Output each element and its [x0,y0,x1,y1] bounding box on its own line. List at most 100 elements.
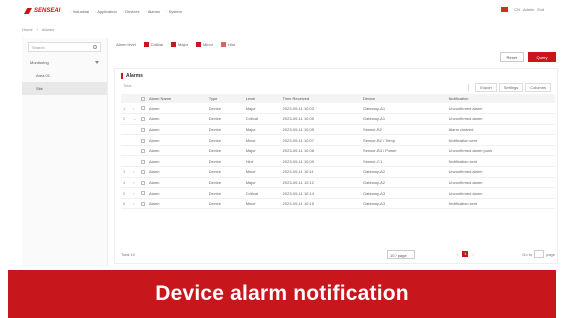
user-name[interactable]: Admin [523,7,534,12]
row-checkbox[interactable] [141,127,145,132]
table-row[interactable]: Alarm Device Major 2023-09-11 10:08 Sensor-B… [121,145,555,157]
row-select[interactable] [139,145,147,157]
row-checkbox[interactable] [141,170,145,175]
row-checkbox[interactable] [141,180,145,185]
level-critical[interactable]: Critical [143,42,164,47]
top-nav-item[interactable]: · Industrial [70,9,89,14]
breadcrumb-home[interactable]: Home [22,27,33,32]
cell-alarm-name: Alarm [147,155,207,168]
table-row[interactable]: 4 › Alarm Device Major 2023-09-11 10:12 Gatewa… [121,177,555,189]
expand-toggle-icon[interactable]: › [131,177,139,189]
row-checkbox[interactable] [141,117,145,122]
select-all-checkbox[interactable] [141,96,145,101]
cell-alarm-name: Alarm [147,113,207,125]
table-row[interactable]: Alarm Device Hint 2023-09-11 10:09 Sensor-C1… [121,155,555,168]
column-header[interactable]: Device [361,94,447,103]
table-row[interactable]: 6 › Alarm Device Minor 2023-09-11 10:15 Gatewa… [121,198,555,210]
caret-down-icon[interactable] [95,61,99,64]
level-major[interactable]: Major [171,42,188,47]
column-header[interactable]: Notification [446,94,555,103]
row-select[interactable] [139,177,147,189]
row-checkbox[interactable] [141,159,145,164]
row-checkbox[interactable] [141,202,145,207]
brand-name: SENSEAI [34,8,61,14]
expand-toggle-icon[interactable]: › [131,187,139,199]
row-select[interactable] [139,124,147,136]
cell-time: 2023-09-11 10:08 [280,145,362,157]
export-button[interactable]: Export [475,83,497,92]
search-icon[interactable] [93,45,97,49]
cell-level: Major [243,145,281,157]
expand-toggle-icon[interactable]: › [131,166,139,178]
next-page-button[interactable]: › [472,252,473,257]
reset-button[interactable]: Reset [499,52,524,62]
table-row[interactable]: 5 › Alarm Device Critical 2023-09-11 10:14 Gat… [121,187,555,199]
row-select[interactable] [139,134,147,146]
row-select[interactable] [139,103,147,115]
top-nav-item[interactable]: · Devices [123,9,140,14]
column-header[interactable]: Type [206,94,244,103]
alarm-panel: Alarms Total Export Settings Columns Ala… [114,68,558,264]
expand-toggle-icon[interactable] [131,145,139,157]
cell-alarm-name: Alarm [147,124,207,136]
prev-page-button[interactable]: ‹ [457,252,458,257]
row-checkbox[interactable] [141,191,145,196]
brand-logo-icon [24,8,32,14]
cell-time: 2023-09-11 10:15 [280,198,362,210]
row-checkbox[interactable] [141,106,145,111]
top-nav-item[interactable]: · Alarms [146,9,161,14]
top-nav-item[interactable]: · System [166,9,182,14]
top-nav-item[interactable]: · Application [95,9,117,14]
breadcrumb: Home / Alarms [22,27,58,32]
row-index [121,155,131,168]
expand-toggle-icon[interactable] [131,134,139,146]
table-row[interactable]: Alarm Device Major 2023-09-11 10:05 Sensor-B… [121,124,555,136]
settings-button[interactable]: Settings [498,83,524,92]
level-swatch [171,42,177,47]
column-header-select[interactable] [139,94,147,103]
expand-toggle-icon[interactable]: ⌄ [131,113,139,125]
cell-alarm-name: Alarm [147,145,207,157]
row-select[interactable] [139,187,147,199]
row-checkbox[interactable] [141,149,145,154]
expand-toggle-icon[interactable] [131,155,139,168]
row-select[interactable] [139,155,147,168]
page-jumper: Go to page [520,250,555,258]
row-select[interactable] [139,198,147,210]
exit-link[interactable]: Exit [537,7,544,12]
expand-toggle-icon[interactable] [131,124,139,136]
column-header[interactable]: Level [243,94,281,103]
language-flag-icon[interactable] [501,7,509,12]
page-size-select[interactable]: 10 / page [387,250,415,259]
language-label[interactable]: CN [514,7,520,12]
level-hint[interactable]: Hint [221,42,235,47]
expand-toggle-icon[interactable]: › [131,103,139,115]
expand-toggle-icon[interactable]: › [131,198,139,210]
level-minor[interactable]: Minor [196,42,213,47]
tree-search-input[interactable]: Search [28,42,101,52]
cell-level: Minor [243,198,281,210]
table-row[interactable]: Alarm Device Minor 2023-09-11 10:07 Sensor-B… [121,134,555,146]
columns-button[interactable]: Columns [525,83,551,92]
cell-alarm-name: Alarm [147,166,207,178]
table-row[interactable]: 2 ⌄ Alarm Device Critical 2023-09-11 10:05 Gat… [121,113,555,125]
cell-type: Device [206,134,244,146]
row-checkbox[interactable] [141,138,145,143]
column-header[interactable]: Alarm Name [147,94,207,103]
current-page[interactable]: 1 [462,251,469,257]
cell-level: Major [243,124,281,136]
row-select[interactable] [139,166,147,178]
tree-item-site[interactable]: Site [22,82,107,95]
row-select[interactable] [139,113,147,125]
tree-item-area[interactable]: Area 01 [22,69,107,82]
level-label: Critical [150,42,164,47]
table-row[interactable]: 3 › Alarm Device Minor 2023-09-11 10:11 Gatewa… [121,166,555,178]
goto-page-input[interactable] [534,250,545,258]
table-row[interactable]: 1 › Alarm Device Major 2023-09-11 10:03 Gatewa… [121,103,555,115]
brand-logo[interactable]: SENSEAI [24,8,60,14]
cell-time: 2023-09-11 10:09 [280,155,362,168]
cell-notification: Unconfirmed alarm [446,187,555,199]
query-button[interactable]: Query [528,52,556,62]
tree-item-monitoring[interactable]: Monitoring [22,56,107,69]
column-header[interactable]: Time Received [280,94,362,103]
